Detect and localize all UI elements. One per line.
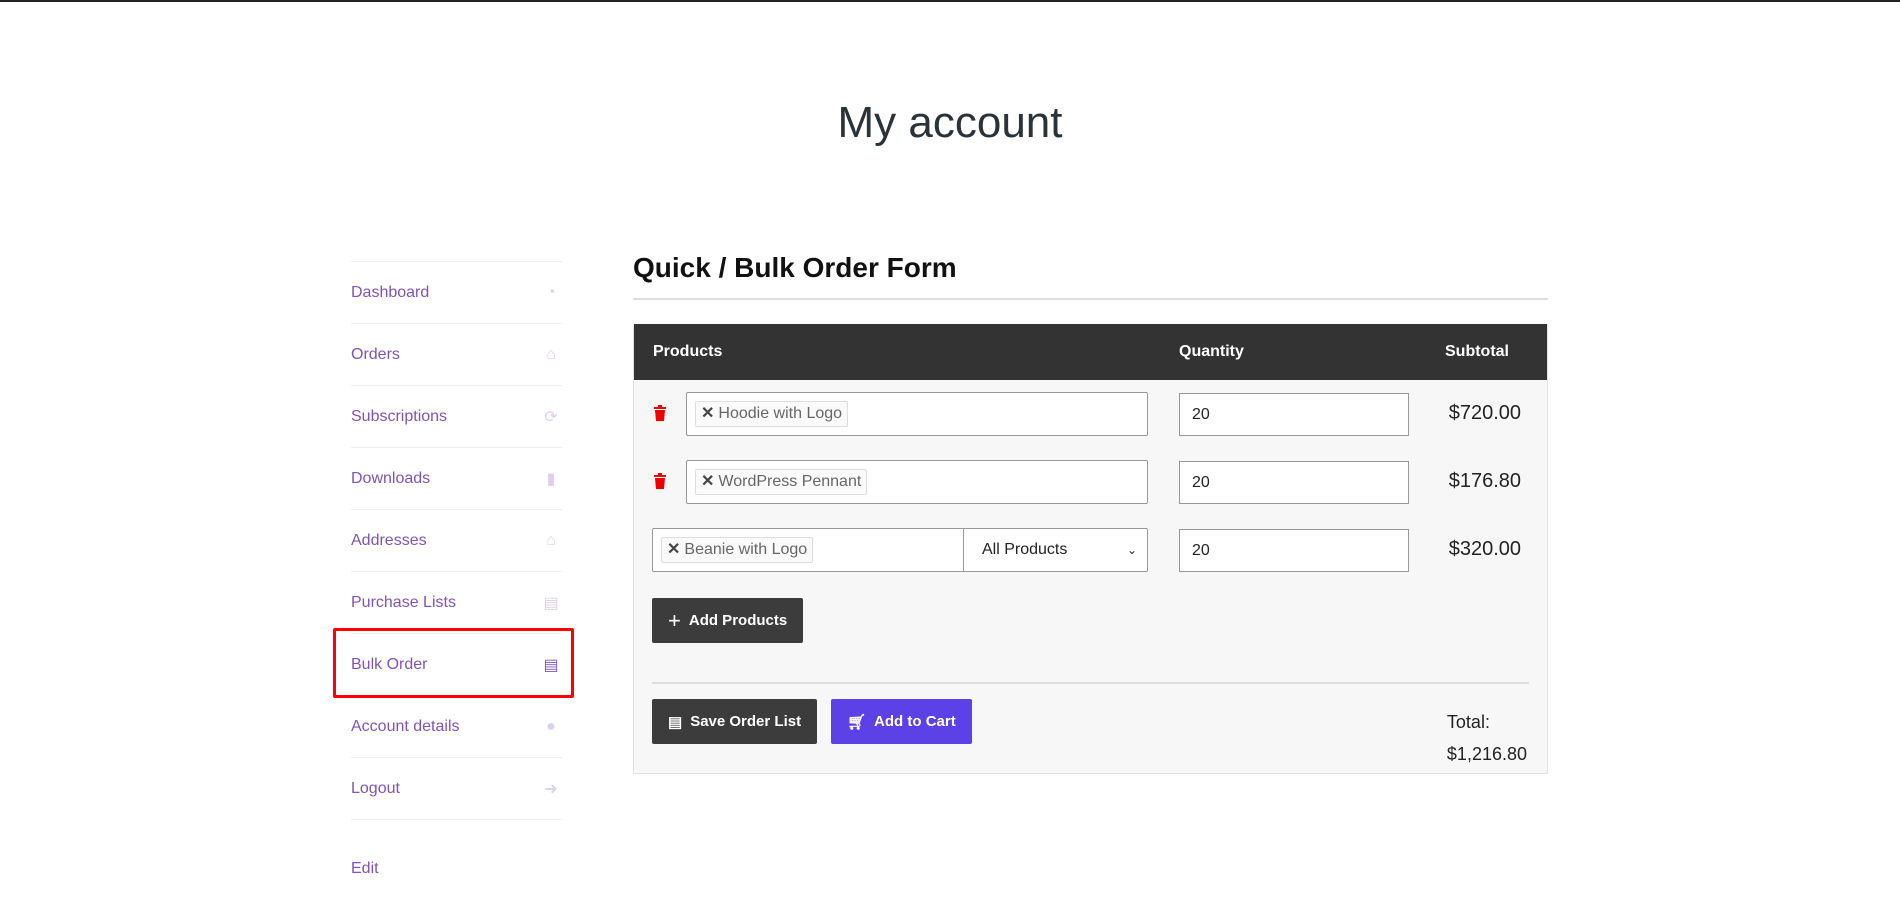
account-navigation: Dashboard ◔ Orders ⌂ Subscriptions ⟳ Downlo… xyxy=(351,261,562,899)
sidebar-item-edit[interactable]: Edit xyxy=(351,819,562,899)
divider xyxy=(652,682,1529,684)
file-archive-icon: ▮ xyxy=(546,470,556,488)
product-select[interactable]: ✕ WordPress Pennant xyxy=(686,460,1148,504)
column-subtotal: Subtotal xyxy=(1445,343,1509,360)
home-icon: ⌂ xyxy=(546,531,556,549)
save-order-list-button[interactable]: ▤ Save Order List xyxy=(652,699,818,744)
quantity-input[interactable]: 20 xyxy=(1179,461,1409,504)
sidebar-item-label: Dashboard xyxy=(351,283,430,301)
sidebar-item-label: Downloads xyxy=(351,469,431,487)
total-label: Total: xyxy=(1446,712,1490,732)
trash-icon[interactable] xyxy=(654,405,666,421)
basket-icon: ⌂ xyxy=(546,345,556,363)
plus-icon: + xyxy=(668,607,681,633)
product-select[interactable]: ✕ Beanie with Logo All Products ⌄ xyxy=(652,528,1148,572)
cart-icon: 🛒︎ xyxy=(847,713,867,731)
row-subtotal: $320.00 xyxy=(1448,538,1521,560)
file-icon: ▤ xyxy=(543,594,559,612)
sign-out-icon: ➜ xyxy=(544,780,558,798)
page-title: My account xyxy=(837,98,1063,147)
sidebar-item-orders[interactable]: Orders ⌂ xyxy=(351,323,562,385)
quantity-input[interactable]: 20 xyxy=(1179,393,1409,436)
trash-icon[interactable] xyxy=(654,473,666,489)
button-label: Add to Cart xyxy=(874,713,956,730)
total-value: $1,216.80 xyxy=(1446,744,1527,764)
column-quantity: Quantity xyxy=(1179,343,1244,360)
row-subtotal: $176.80 xyxy=(1448,470,1521,492)
sidebar-item-label: Logout xyxy=(351,779,400,797)
column-products: Products xyxy=(653,343,723,360)
order-table: Products Quantity Subtotal ✕ Hoodie with … xyxy=(633,324,1548,774)
remove-icon[interactable]: ✕ xyxy=(701,405,714,422)
remove-icon[interactable]: ✕ xyxy=(667,541,680,558)
product-tag: ✕ Beanie with Logo xyxy=(661,537,814,563)
product-name: Hoodie with Logo xyxy=(718,405,843,422)
refresh-icon: ⟳ xyxy=(544,408,558,426)
bulk-order-form: Quick / Bulk Order Form Products Quantit… xyxy=(633,252,1548,774)
sidebar-item-downloads[interactable]: Downloads ▮ xyxy=(351,447,562,509)
sidebar-item-addresses[interactable]: Addresses ⌂ xyxy=(351,509,562,571)
category-select[interactable]: All Products ⌄ xyxy=(963,529,1147,571)
row-subtotal: $720.00 xyxy=(1448,402,1521,424)
sidebar-item-purchase-lists[interactable]: Purchase Lists ▤ xyxy=(351,571,562,633)
button-label: Save Order List xyxy=(690,713,802,730)
sidebar-item-label: Subscriptions xyxy=(351,407,448,425)
highlight-box xyxy=(333,628,574,698)
product-name: WordPress Pennant xyxy=(718,473,862,490)
table-header: Products Quantity Subtotal xyxy=(634,324,1547,380)
table-row: ✕ Hoodie with Logo 20 $720.00 xyxy=(634,380,1547,448)
add-to-cart-button[interactable]: 🛒︎ Add to Cart xyxy=(831,699,972,744)
sidebar-item-label: Purchase Lists xyxy=(351,593,456,611)
button-label: Add Products xyxy=(688,612,788,629)
chevron-down-icon: ⌄ xyxy=(1126,543,1137,557)
remove-icon[interactable]: ✕ xyxy=(701,473,714,490)
quantity-input[interactable]: 20 xyxy=(1179,529,1409,572)
product-tag: ✕ Hoodie with Logo xyxy=(695,401,849,427)
sidebar-item-label: Account details xyxy=(351,717,460,735)
sidebar-item-logout[interactable]: Logout ➜ xyxy=(351,757,562,819)
dashboard-icon: ◔ xyxy=(546,283,556,301)
product-tag: ✕ WordPress Pennant xyxy=(695,469,868,495)
sidebar-item-account-details[interactable]: Account details ● xyxy=(351,695,562,757)
sidebar-item-label: Orders xyxy=(351,345,400,363)
user-icon: ● xyxy=(546,717,556,735)
form-heading: Quick / Bulk Order Form xyxy=(633,252,1548,300)
table-row: ✕ Beanie with Logo All Products ⌄ 20 $320.… xyxy=(634,516,1547,584)
product-name: Beanie with Logo xyxy=(684,541,808,558)
sidebar-item-label: Edit xyxy=(351,859,379,877)
order-total: Total: $1,216.80 xyxy=(1447,706,1527,770)
sidebar-item-subscriptions[interactable]: Subscriptions ⟳ xyxy=(351,385,562,447)
file-icon: ▤ xyxy=(668,713,683,731)
sidebar-item-label: Addresses xyxy=(351,531,427,549)
sidebar-item-dashboard[interactable]: Dashboard ◔ xyxy=(351,261,562,323)
add-products-button[interactable]: + Add Products xyxy=(652,598,804,643)
product-select[interactable]: ✕ Hoodie with Logo xyxy=(686,392,1148,436)
table-row: ✕ WordPress Pennant 20 $176.80 xyxy=(634,448,1547,516)
category-value: All Products xyxy=(982,541,1068,558)
